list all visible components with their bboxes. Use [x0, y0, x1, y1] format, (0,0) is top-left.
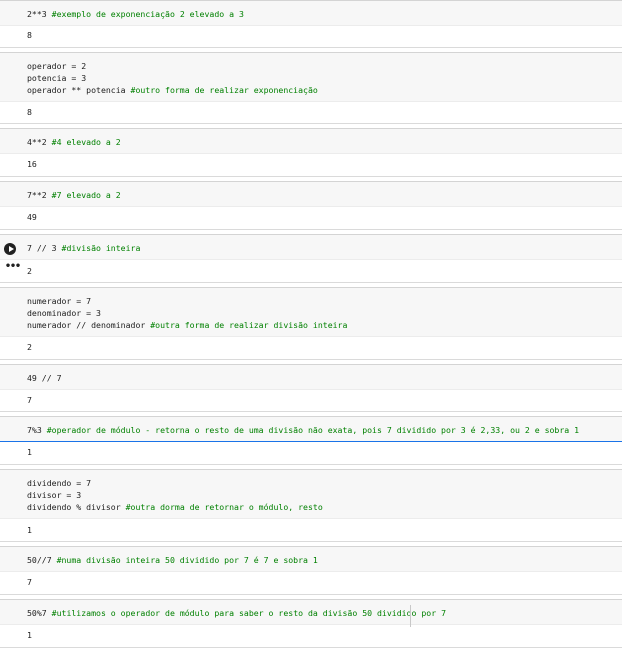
- code-cell[interactable]: 7 // 3 #divisão inteira: [0, 234, 622, 260]
- cell-output: 2: [27, 342, 32, 352]
- code-cell[interactable]: operador = 2 potencia = 3 operador ** po…: [0, 52, 622, 102]
- code-line: dividendo % divisor #outra dorma de reto…: [27, 502, 323, 512]
- code-cell[interactable]: 50//7 #numa divisão inteira 50 dividido …: [0, 546, 622, 572]
- cell-divider: [0, 229, 622, 230]
- cell-output: 1: [27, 447, 32, 457]
- code-cell[interactable]: 50%7 #utilizamos o operador de módulo pa…: [0, 599, 622, 625]
- play-circle-icon[interactable]: [4, 243, 16, 255]
- code-line: 7%3 #operador de módulo - retorna o rest…: [27, 425, 580, 435]
- code-cell[interactable]: 2**3 #exemplo de exponenciação 2 elevado…: [0, 0, 622, 26]
- code-cell[interactable]: 7**2 #7 elevado a 2: [0, 181, 622, 207]
- code-line: operador ** potencia #outro forma de rea…: [27, 85, 318, 95]
- cell-divider: [0, 176, 622, 177]
- cell-output: 2: [27, 266, 32, 276]
- cell-divider: [0, 282, 622, 283]
- code-line: potencia = 3: [27, 73, 87, 83]
- code-line: 49 // 7: [27, 373, 62, 383]
- code-line: numerador = 7: [27, 296, 92, 306]
- cell-divider: [0, 123, 622, 124]
- cell-output: 8: [27, 30, 32, 40]
- cell-divider: [0, 541, 622, 542]
- cell-output: 8: [27, 107, 32, 117]
- cell-output: 49: [27, 212, 37, 222]
- cell-output: 1: [27, 630, 32, 640]
- code-line: dividendo = 7: [27, 478, 92, 488]
- cell-divider: [0, 411, 622, 412]
- code-line: denominador = 3: [27, 308, 101, 318]
- cell-divider: [0, 464, 622, 465]
- notebook: 2**3 #exemplo de exponenciação 2 elevado…: [0, 0, 622, 651]
- cell-divider: [0, 359, 622, 360]
- ruler-line: [410, 605, 411, 627]
- code-line: numerador // denominador #outra forma de…: [27, 320, 348, 330]
- code-cell[interactable]: numerador = 7 denominador = 3 numerador …: [0, 287, 622, 337]
- code-line: 50//7 #numa divisão inteira 50 dividido …: [27, 555, 318, 565]
- cell-output: 1: [27, 525, 32, 535]
- more-horizontal-icon[interactable]: •••: [5, 262, 21, 272]
- code-line: 50%7 #utilizamos o operador de módulo pa…: [27, 608, 446, 618]
- code-line: 2**3 #exemplo de exponenciação 2 elevado…: [27, 9, 244, 19]
- cell-output: 16: [27, 159, 37, 169]
- code-line: 7 // 3 #divisão inteira: [27, 243, 141, 253]
- code-line: 4**2 #4 elevado a 2: [27, 137, 121, 147]
- code-line: operador = 2: [27, 61, 87, 71]
- cell-divider: [0, 647, 622, 648]
- cell-divider: [0, 594, 622, 595]
- cell-output: 7: [27, 395, 32, 405]
- code-line: divisor = 3: [27, 490, 82, 500]
- code-cell[interactable]: 49 // 7: [0, 364, 622, 390]
- code-cell[interactable]: 7%3 #operador de módulo - retorna o rest…: [0, 416, 622, 442]
- code-cell[interactable]: dividendo = 7 divisor = 3 dividendo % di…: [0, 469, 622, 519]
- code-cell[interactable]: 4**2 #4 elevado a 2: [0, 128, 622, 154]
- code-line: 7**2 #7 elevado a 2: [27, 190, 121, 200]
- cell-divider: [0, 47, 622, 48]
- cell-output: 7: [27, 577, 32, 587]
